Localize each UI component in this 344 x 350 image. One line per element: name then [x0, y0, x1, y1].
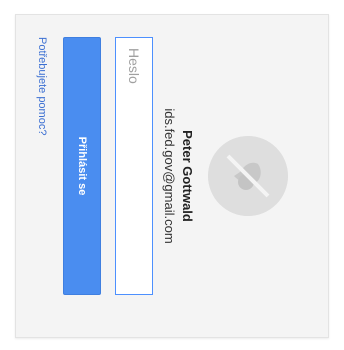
user-email: ids.fed.gov@gmail.com: [162, 108, 177, 244]
avatar-icon: [208, 136, 288, 216]
sign-in-button[interactable]: Přihlásit se: [63, 37, 101, 295]
password-input[interactable]: [115, 37, 153, 295]
signin-card: Peter Gottwald ids.fed.gov@gmail.com Při…: [15, 14, 329, 338]
page: Peter Gottwald ids.fed.gov@gmail.com Při…: [0, 0, 344, 350]
card-content: Peter Gottwald ids.fed.gov@gmail.com Při…: [16, 15, 328, 337]
user-name: Peter Gottwald: [180, 130, 195, 222]
help-link[interactable]: Potřebujete pomoc?: [36, 37, 48, 135]
